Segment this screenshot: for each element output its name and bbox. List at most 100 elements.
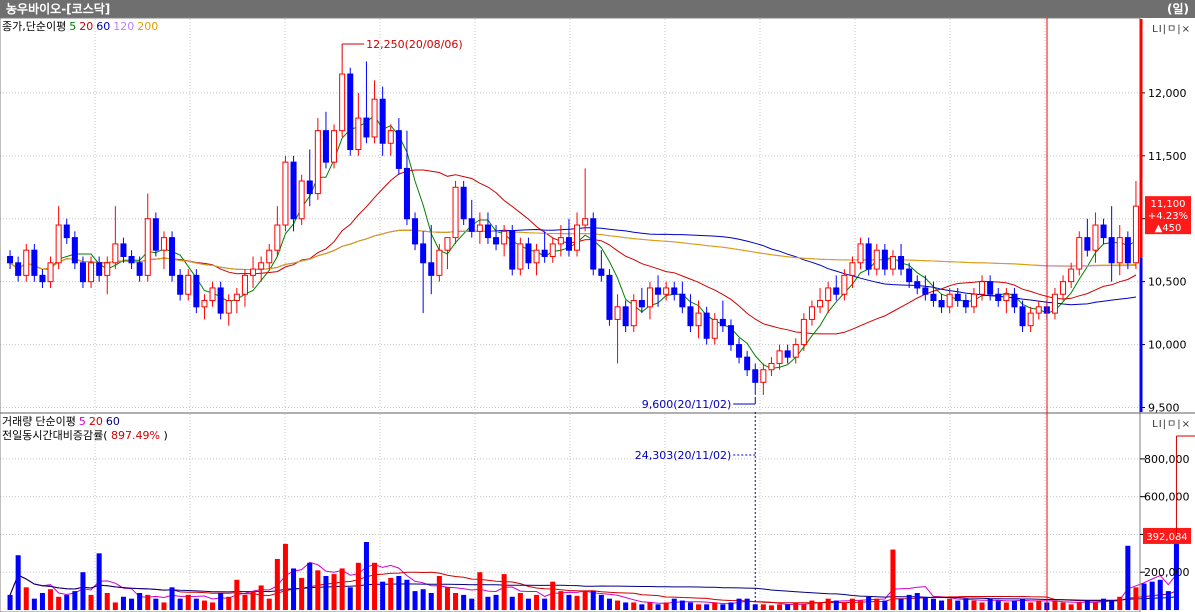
candle-body (493, 237, 500, 245)
volume-bar (874, 598, 880, 610)
volume-bar (1076, 602, 1082, 610)
candle-body (517, 243, 524, 270)
stock-chart[interactable]: 12,00011,50011,00010,50010,0009,500800,0… (0, 0, 1195, 612)
volume-bar (1109, 600, 1115, 610)
candle-body (736, 344, 743, 358)
volume-bar (1149, 581, 1155, 610)
volume-bar (817, 602, 823, 610)
candle-body (258, 262, 265, 270)
candle-body (387, 130, 394, 144)
candle-body (898, 255, 905, 270)
candle-body (857, 243, 864, 264)
candle-body (1076, 237, 1083, 270)
volume-bar (866, 596, 872, 610)
candle (881, 243, 888, 276)
volume-bar (201, 600, 207, 610)
candle (1100, 218, 1107, 244)
volume-bar (469, 598, 475, 610)
volume-bar (939, 600, 945, 610)
volume-bar (558, 591, 564, 610)
volume-bar (890, 549, 896, 610)
candle-body (1060, 281, 1067, 295)
candle-body (938, 300, 945, 308)
volume-bar (7, 594, 13, 610)
volume-bar (485, 596, 491, 610)
candle (590, 212, 597, 276)
volume-bar (282, 543, 288, 610)
candle (120, 237, 127, 263)
volume-bar (1028, 602, 1034, 610)
candle (938, 294, 945, 314)
candle (719, 300, 726, 332)
candle (695, 300, 702, 339)
candle-body (412, 218, 419, 245)
annotations: 12,250(20/08/06)9,600(20/11/02)842,924(2… (341, 18, 1195, 612)
candle-body (355, 117, 362, 151)
candle (266, 243, 273, 270)
volume-bar (242, 594, 248, 610)
volume-bar (436, 576, 442, 610)
volume-bar (1101, 598, 1107, 610)
volume-bar (1036, 600, 1042, 610)
candle-body (1051, 293, 1058, 314)
candle (177, 269, 184, 301)
candle (403, 130, 410, 226)
candle-body (217, 287, 224, 314)
candle (322, 111, 329, 169)
candle (630, 294, 637, 332)
volume-bar (671, 598, 677, 610)
candle (1051, 287, 1058, 320)
candle-body (1027, 312, 1034, 327)
volume-bar (947, 598, 953, 610)
volume-bar (39, 593, 45, 610)
candle-body (906, 268, 913, 283)
candle-body (128, 255, 135, 264)
candle (1084, 218, 1091, 257)
volume-tick-label: 600,000 (1144, 491, 1190, 504)
volume-bar (96, 553, 102, 610)
candle-body (565, 237, 572, 251)
candle (96, 256, 103, 282)
candle-body (638, 300, 645, 308)
volume-bar (120, 596, 126, 610)
candle (784, 344, 791, 364)
candle-body (849, 262, 856, 276)
candle (412, 212, 419, 251)
candle (1124, 231, 1131, 270)
volume-bar (396, 576, 402, 610)
candle (193, 269, 200, 314)
candle (241, 269, 248, 307)
volume-bar (72, 591, 78, 610)
price-grid (0, 19, 1140, 412)
current-change: +4.23% (1148, 211, 1188, 222)
candle (889, 250, 896, 276)
volume-bar (161, 602, 167, 610)
candle-body (1003, 293, 1010, 302)
candle-body (671, 287, 678, 295)
candle (914, 275, 921, 295)
candle (833, 275, 840, 301)
candle (152, 212, 159, 257)
candle (760, 363, 767, 395)
candle (655, 275, 662, 307)
candle-body (152, 218, 159, 251)
candle-body (598, 268, 605, 276)
candle (55, 206, 62, 270)
volume-bar (177, 598, 183, 610)
candle-body (768, 362, 775, 371)
volume-bar (56, 596, 62, 610)
candle (23, 243, 30, 282)
candle-body (995, 293, 1002, 302)
candle (565, 218, 572, 257)
candle-body (1132, 205, 1139, 264)
candle-body (630, 300, 637, 327)
volume-bar (274, 559, 280, 610)
candle (209, 281, 216, 307)
volume-bar (582, 591, 588, 610)
candle-body (711, 318, 718, 339)
volume-bar (331, 574, 337, 610)
candle-body (881, 249, 888, 270)
candle (525, 237, 532, 270)
candle-body (784, 350, 791, 358)
candle (71, 231, 78, 270)
